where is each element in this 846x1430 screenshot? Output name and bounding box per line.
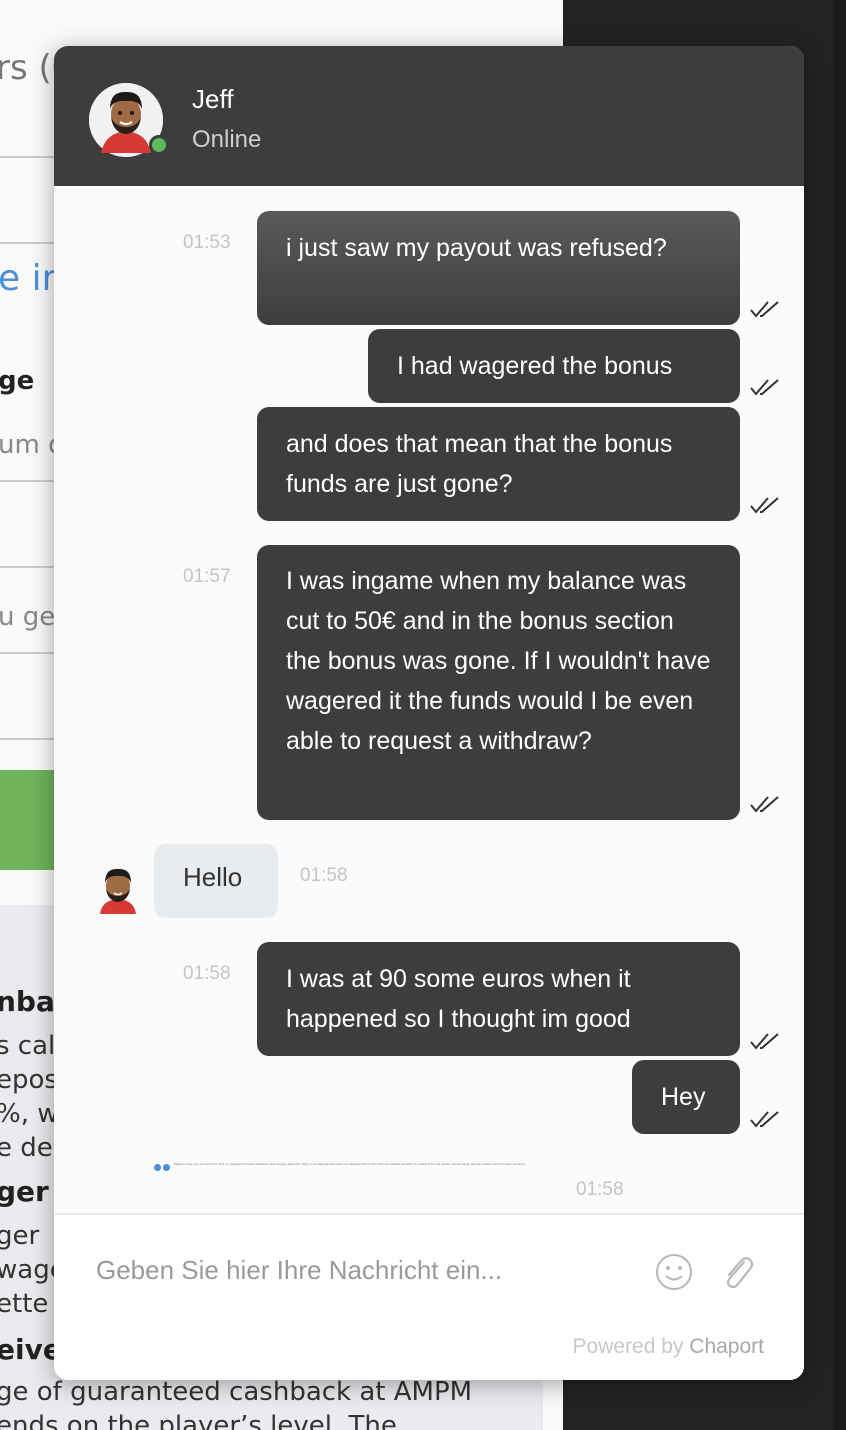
bg-divider xyxy=(0,738,56,740)
agent-name: Jeff xyxy=(192,84,234,114)
message-text: i just saw my payout was refused? xyxy=(286,234,667,262)
bg-fragment: s cal xyxy=(0,1031,56,1061)
attachment-text: Players may use a maximum of 5 no-deposi… xyxy=(174,1162,526,1166)
message-timestamp: 01:58 xyxy=(300,865,348,886)
bg-divider xyxy=(0,156,56,158)
bg-fragment: ends on the player’s level. The xyxy=(0,1411,397,1430)
message-text: I was at 90 some euros when it happened … xyxy=(286,965,631,1033)
message-timestamp: 01:58 xyxy=(183,963,231,984)
bg-divider xyxy=(0,652,56,654)
bg-fragment: u ge xyxy=(0,602,56,632)
message-timestamp: 01:58 xyxy=(576,1179,624,1200)
agent-status: Online xyxy=(192,126,262,153)
message-composer: Powered by Chaport xyxy=(54,1213,804,1380)
bg-fragment: ge of guaranteed cashback at AMPM xyxy=(0,1377,473,1407)
message-input[interactable] xyxy=(94,1239,638,1301)
message-bubble-outgoing: I had wagered the bonus xyxy=(368,329,740,403)
message-bubble-outgoing: I was at 90 some euros when it happened … xyxy=(257,942,740,1056)
online-status-dot xyxy=(149,135,169,155)
message-text: Hey xyxy=(661,1083,706,1111)
message-bubble-incoming: Hello xyxy=(154,844,278,918)
message-timestamp: 01:57 xyxy=(183,566,231,587)
bg-fragment: epos xyxy=(0,1065,58,1095)
bg-link[interactable]: e ir xyxy=(0,258,56,299)
bg-divider xyxy=(0,242,56,244)
bg-divider xyxy=(0,566,56,568)
message-text: I was ingame when my balance was cut to … xyxy=(286,567,711,755)
message-timestamp: 01:53 xyxy=(183,232,231,253)
agent-avatar-small-icon xyxy=(100,868,136,914)
powered-by-prefix: Powered by xyxy=(572,1335,684,1358)
message-text: and does that mean that the bonus funds … xyxy=(286,430,673,498)
chat-header: Jeff Online xyxy=(54,46,804,186)
powered-by: Powered by Chaport xyxy=(573,1335,764,1359)
bg-divider xyxy=(0,480,56,482)
powered-by-brand-link[interactable]: Chaport xyxy=(689,1335,764,1358)
background-scrollbar[interactable] xyxy=(833,0,846,1430)
bg-green-button[interactable] xyxy=(0,770,56,870)
message-bubble-outgoing: i just saw my payout was refused? xyxy=(257,211,740,325)
message-text: I had wagered the bonus xyxy=(397,352,673,380)
double-check-icon xyxy=(750,1111,779,1128)
bg-fragment: ger xyxy=(0,1221,40,1251)
emoji-icon[interactable] xyxy=(654,1252,694,1292)
chat-widget: Jeff Online 01:53 i just saw my payout w… xyxy=(54,46,804,1380)
paperclip-icon[interactable] xyxy=(718,1252,758,1292)
message-text: Hello xyxy=(183,862,243,892)
double-check-icon xyxy=(750,796,779,813)
double-check-icon xyxy=(750,1033,779,1050)
attachment-preview[interactable]: Players may use a maximum of 5 no-deposi… xyxy=(154,1162,554,1176)
double-check-icon xyxy=(750,379,779,396)
message-list[interactable]: 01:53 i just saw my payout was refused? … xyxy=(54,186,804,1213)
bg-fragment: eive xyxy=(0,1333,62,1366)
message-bubble-outgoing: and does that mean that the bonus funds … xyxy=(257,407,740,521)
attachment-icon xyxy=(163,1164,170,1171)
double-check-icon xyxy=(750,497,779,514)
double-check-icon xyxy=(750,301,779,318)
bg-fragment: %, w xyxy=(0,1099,59,1129)
message-bubble-outgoing: Hey xyxy=(632,1060,740,1134)
bg-fragment: ge xyxy=(0,366,35,396)
message-bubble-outgoing: I was ingame when my balance was cut to … xyxy=(257,545,740,820)
attachment-icon xyxy=(154,1164,161,1171)
bg-fragment: ette xyxy=(0,1289,49,1319)
